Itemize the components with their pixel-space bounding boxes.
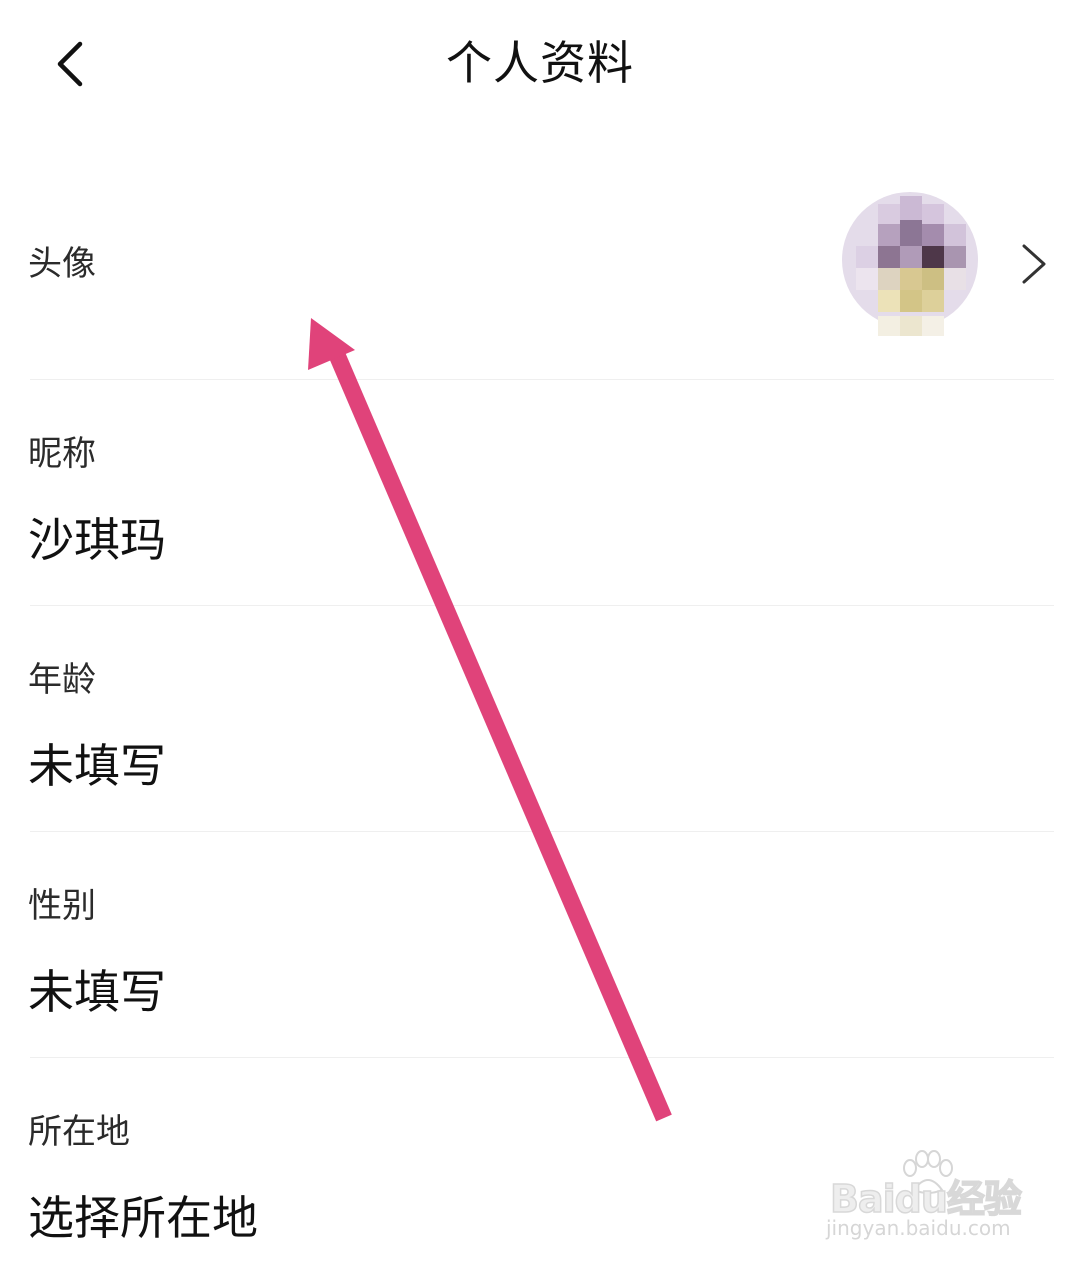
location-label: 所在地	[28, 1112, 130, 1152]
chevron-right-icon	[1022, 244, 1046, 284]
nickname-label: 昵称	[28, 434, 96, 474]
age-row[interactable]: 年龄 未填写	[0, 606, 1080, 831]
age-label: 年龄	[28, 660, 96, 700]
avatar-label: 头像	[28, 244, 96, 284]
watermark: Baidu经验 jingyan.baidu.com	[826, 1150, 1036, 1250]
age-value: 未填写	[28, 739, 166, 793]
gender-row[interactable]: 性别 未填写	[0, 832, 1080, 1057]
watermark-brand: Baidu经验	[829, 1176, 1022, 1222]
gender-label: 性别	[28, 886, 96, 926]
nickname-row[interactable]: 昵称 沙琪玛	[0, 380, 1080, 605]
header-bar: 个人资料	[0, 0, 1080, 130]
gender-value: 未填写	[28, 965, 166, 1019]
avatar[interactable]	[840, 190, 980, 340]
watermark-url: jingyan.baidu.com	[826, 1216, 1011, 1240]
page-title: 个人资料	[446, 36, 634, 90]
nickname-value: 沙琪玛	[28, 513, 166, 567]
location-value: 选择所在地	[28, 1191, 258, 1245]
